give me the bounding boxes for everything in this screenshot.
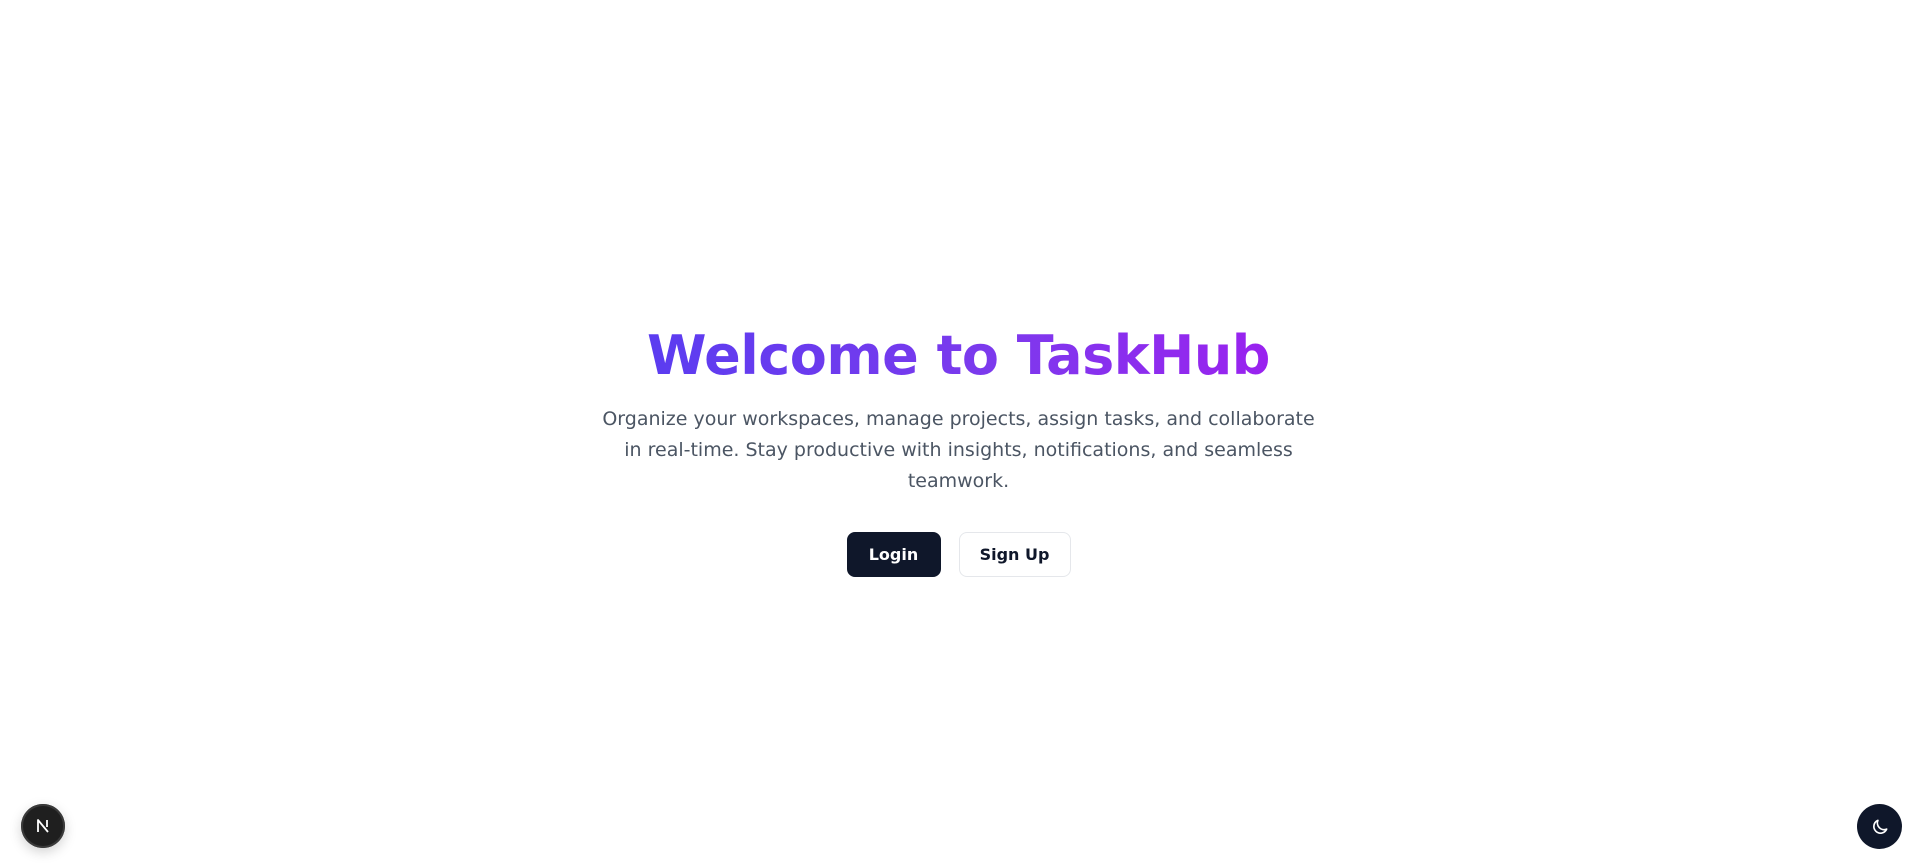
nextjs-icon <box>37 819 49 833</box>
hero-section: Welcome to TaskHub Organize your workspa… <box>0 318 1917 577</box>
theme-toggle-button[interactable] <box>1857 804 1902 849</box>
page-title: Welcome to TaskHub <box>647 318 1270 394</box>
hero-description: Organize your workspaces, manage project… <box>602 408 1315 492</box>
login-button[interactable]: Login <box>846 532 941 577</box>
signup-button[interactable]: Sign Up <box>958 532 1071 577</box>
moon-icon <box>1872 819 1887 834</box>
landing-page: Welcome to TaskHub Organize your workspa… <box>0 0 1917 866</box>
auth-actions: Login Sign Up <box>846 532 1071 577</box>
nextjs-dev-badge[interactable] <box>21 804 65 848</box>
